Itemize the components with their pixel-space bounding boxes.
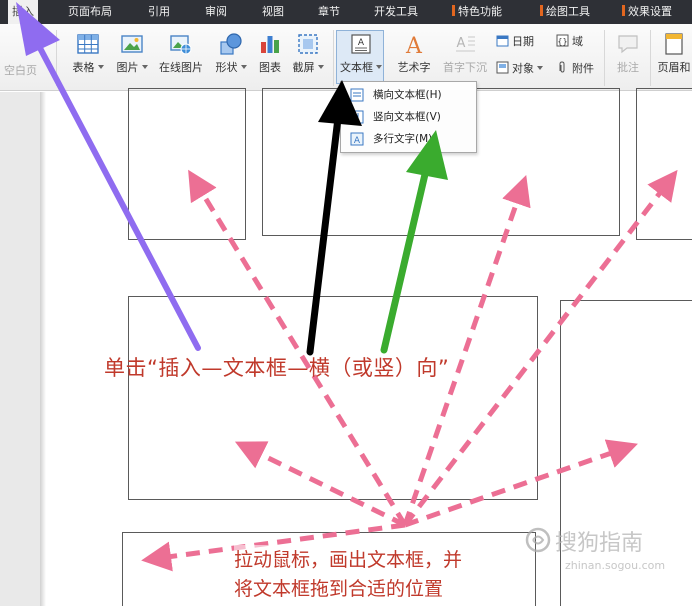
textbox-icon: A bbox=[351, 34, 371, 54]
menu-item-horizontal-textbox[interactable]: 横向文本框(H) bbox=[341, 84, 478, 106]
tab-mark-icon bbox=[622, 5, 625, 16]
header-footer-button[interactable]: 页眉和 bbox=[656, 32, 692, 75]
chevron-down-icon bbox=[97, 65, 104, 69]
page-edge-shadow bbox=[40, 92, 46, 606]
comment-icon bbox=[618, 35, 638, 54]
chevron-down-icon bbox=[141, 65, 148, 69]
drop-cap-button[interactable]: A 首字下沉 bbox=[440, 32, 490, 75]
text-box[interactable] bbox=[128, 296, 538, 500]
wordart-icon: A bbox=[405, 34, 423, 56]
tab-view[interactable]: 视图 bbox=[262, 0, 284, 24]
drop-cap-icon: A bbox=[456, 36, 475, 52]
tab-developer-tools[interactable]: 开发工具 bbox=[374, 0, 418, 24]
multiline-text-icon: A bbox=[350, 132, 364, 146]
tab-page-layout[interactable]: 页面布局 bbox=[68, 0, 112, 24]
tab-chapter[interactable]: 章节 bbox=[318, 0, 340, 24]
watermark-logo-text: 搜狗指南 bbox=[555, 531, 644, 556]
chart-icon bbox=[261, 36, 279, 53]
online-picture-icon bbox=[170, 35, 192, 55]
online-picture-button[interactable]: 在线图片 bbox=[154, 32, 208, 75]
chevron-down-icon bbox=[240, 65, 247, 69]
comment-button[interactable]: 批注 bbox=[610, 32, 646, 75]
tab-references[interactable]: 引用 bbox=[148, 0, 170, 24]
tab-special-features[interactable]: 特色功能 bbox=[452, 0, 502, 24]
screenshot-icon bbox=[298, 34, 318, 54]
horizontal-textbox-icon bbox=[350, 88, 364, 102]
textbox-dropdown-menu: 横向文本框(H) 竖向文本框(V) A 多行文字(M) bbox=[340, 81, 477, 153]
tab-mark-icon bbox=[452, 5, 455, 16]
ribbon-separator bbox=[56, 30, 57, 86]
field-icon: {} bbox=[556, 34, 569, 47]
tab-mark-icon bbox=[540, 5, 543, 16]
tab-review[interactable]: 审阅 bbox=[205, 0, 227, 24]
object-button[interactable]: 对象 bbox=[496, 60, 543, 76]
picture-button[interactable]: 图片 bbox=[112, 32, 152, 75]
page-margin bbox=[0, 92, 40, 606]
table-icon bbox=[77, 34, 99, 54]
tab-insert[interactable]: 插入 bbox=[8, 0, 38, 24]
date-button[interactable]: 日期 bbox=[496, 33, 534, 49]
chevron-down-icon bbox=[376, 65, 382, 69]
tab-effect-settings[interactable]: 效果设置 bbox=[622, 0, 672, 24]
object-icon bbox=[496, 61, 509, 74]
textbox-button[interactable]: A 文本框 bbox=[338, 32, 384, 75]
svg-text:A: A bbox=[405, 34, 423, 56]
instruction-text-2-line-1: 拉动鼠标，画出文本框，并 bbox=[234, 545, 463, 572]
table-button[interactable]: 表格 bbox=[68, 32, 108, 75]
ribbon-tab-bar: 插入 页面布局 引用 审阅 视图 章节 开发工具 特色功能 绘图工具 效果设置 bbox=[0, 0, 692, 24]
menu-item-vertical-textbox[interactable]: 竖向文本框(V) bbox=[341, 106, 478, 128]
svg-text:A: A bbox=[457, 36, 466, 51]
chart-button[interactable]: 图表 bbox=[254, 32, 286, 75]
wordart-button[interactable]: A 艺术字 bbox=[394, 32, 434, 75]
instruction-text-1: 单击“插入—文本框—横（或竖）向” bbox=[104, 356, 450, 380]
blank-page-button[interactable]: 空白页 bbox=[4, 62, 37, 78]
paperclip-icon bbox=[559, 61, 565, 73]
tab-drawing-tools[interactable]: 绘图工具 bbox=[540, 0, 590, 24]
header-footer-icon bbox=[665, 33, 683, 55]
chevron-down-icon bbox=[317, 65, 324, 69]
ribbon-separator bbox=[604, 30, 605, 86]
screenshot-button[interactable]: 截屏 bbox=[288, 32, 328, 75]
sogou-logo-icon bbox=[525, 527, 551, 553]
ribbon-separator bbox=[333, 30, 334, 86]
watermark: 搜狗指南 zhinan.sogou.com bbox=[525, 523, 690, 583]
svg-text:A: A bbox=[358, 38, 365, 48]
svg-text:A: A bbox=[354, 136, 361, 146]
shape-button[interactable]: 形状 bbox=[210, 32, 252, 75]
field-button[interactable]: {} 域 bbox=[556, 33, 583, 49]
ribbon-separator bbox=[650, 30, 651, 86]
svg-text:{}: {} bbox=[557, 37, 567, 46]
watermark-url: zhinan.sogou.com bbox=[565, 559, 666, 572]
picture-icon bbox=[121, 35, 143, 53]
menu-item-multiline-text[interactable]: A 多行文字(M) bbox=[341, 128, 478, 150]
vertical-textbox-icon bbox=[350, 110, 364, 124]
instruction-text-2-line-2: 将文本框拖到合适的位置 bbox=[234, 574, 444, 601]
text-box[interactable] bbox=[636, 88, 692, 240]
chevron-down-icon bbox=[537, 66, 543, 70]
calendar-icon bbox=[496, 35, 509, 47]
attachment-button[interactable]: 附件 bbox=[556, 60, 594, 76]
shape-icon bbox=[220, 33, 242, 55]
text-box[interactable] bbox=[128, 88, 246, 240]
